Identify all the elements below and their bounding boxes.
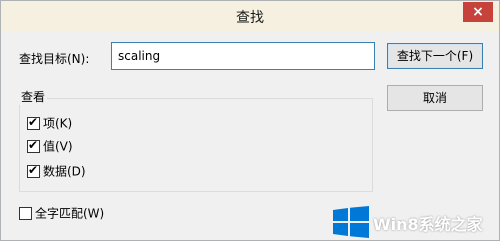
find-what-label: 查找目标(N): bbox=[19, 52, 90, 66]
cancel-button[interactable]: 取消 bbox=[387, 85, 483, 111]
checkbox-box[interactable]: ✔ bbox=[27, 138, 40, 153]
checkbox-box[interactable]: ✔ bbox=[27, 163, 40, 178]
checkbox-box[interactable] bbox=[19, 207, 32, 220]
look-in-title: 查看 bbox=[19, 88, 48, 105]
find-next-button[interactable]: 查找下一个(F) bbox=[387, 43, 483, 69]
checkmark-icon: ✔ bbox=[28, 115, 39, 129]
title-bar: 查找 × bbox=[1, 1, 499, 32]
checkbox-values[interactable]: ✔ 值(V) bbox=[27, 138, 73, 155]
checkbox-label: 值(V) bbox=[43, 139, 73, 154]
checkbox-match-whole-word[interactable]: 全字匹配(W) bbox=[19, 206, 104, 222]
find-what-input[interactable] bbox=[111, 42, 375, 70]
dialog-title: 查找 bbox=[236, 10, 264, 26]
watermark-text: Win8系统之家 bbox=[373, 215, 483, 234]
checkbox-data[interactable]: ✔ 数据(D) bbox=[27, 163, 86, 180]
checkbox-box[interactable]: ✔ bbox=[27, 115, 40, 130]
checkmark-icon: ✔ bbox=[28, 138, 39, 152]
checkmark-icon: ✔ bbox=[28, 163, 39, 177]
checkbox-label: 数据(D) bbox=[43, 164, 86, 179]
windows-logo-icon bbox=[333, 206, 369, 238]
close-icon: × bbox=[472, 4, 484, 20]
checkbox-label: 项(K) bbox=[43, 116, 73, 131]
checkbox-keys[interactable]: ✔ 项(K) bbox=[27, 115, 73, 132]
watermark: Win8系统之家 bbox=[333, 202, 500, 241]
checkbox-label: 全字匹配(W) bbox=[35, 206, 105, 221]
close-button[interactable]: × bbox=[463, 2, 493, 22]
find-dialog: 查找 × 查找目标(N): 查找下一个(F) 取消 查看 ✔ 项(K) ✔ 值(V)… bbox=[0, 0, 500, 241]
